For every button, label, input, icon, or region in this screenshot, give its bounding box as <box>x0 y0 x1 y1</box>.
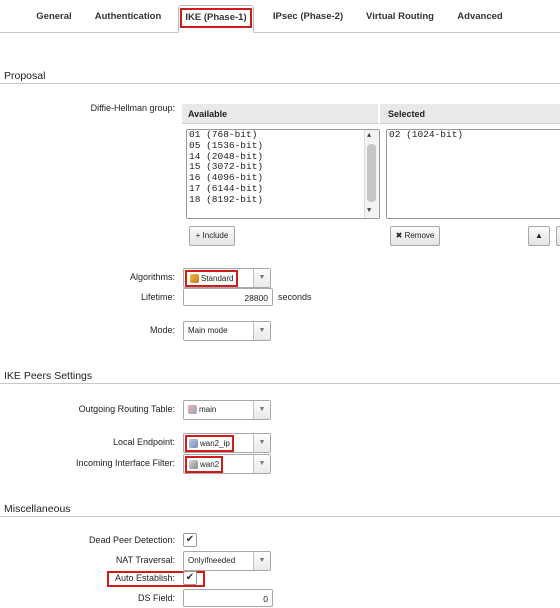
interface-icon <box>189 460 198 470</box>
routing-table-value-box: main <box>188 401 216 419</box>
list-item[interactable]: 05 (1536-bit) <box>187 140 379 152</box>
available-list[interactable]: 01 (768-bit) 05 (1536-bit) 14 (2048-bit)… <box>186 129 380 219</box>
interface-filter-select[interactable]: wan2 ▼ <box>183 454 271 474</box>
scroll-down-icon[interactable]: ▼ <box>367 206 371 217</box>
local-endpoint-value: wan2_ip <box>200 439 230 448</box>
nat-traversal-label: NAT Traversal: <box>115 555 175 565</box>
selected-list[interactable]: 02 (1024-bit) <box>386 129 560 219</box>
tab-advanced[interactable]: Advanced <box>450 6 510 28</box>
selected-header: Selected <box>380 104 560 124</box>
routing-table-icon <box>188 405 197 415</box>
auto-establish-label: Auto Establish: <box>114 573 175 583</box>
tab-virtual-routing[interactable]: Virtual Routing <box>360 6 440 28</box>
dead-peer-detection-label: Dead Peer Detection: <box>88 535 175 545</box>
chevron-down-icon: ▼ <box>253 552 270 570</box>
tab-authentication[interactable]: Authentication <box>88 6 168 28</box>
routing-table-label: Outgoing Routing Table: <box>78 404 175 414</box>
nat-traversal-value: Onlyifneeded <box>188 556 236 565</box>
list-scrollbar[interactable]: ▲ ▼ <box>364 130 379 218</box>
checkmark-icon: ✔ <box>185 572 195 583</box>
section-divider <box>0 383 560 384</box>
local-endpoint-select[interactable]: wan2_ip ▼ <box>183 433 271 453</box>
ip-address-icon <box>189 439 198 449</box>
algorithms-select[interactable]: Standard ▼ <box>183 268 271 288</box>
routing-table-select[interactable]: main ▼ <box>183 400 271 420</box>
tab-ipsec-phase2[interactable]: IPsec (Phase-2) <box>266 6 350 28</box>
section-divider <box>0 516 560 517</box>
dh-group-label: Diffie-Hellman group: <box>90 103 175 113</box>
routing-table-value: main <box>199 405 217 414</box>
include-button[interactable]: + Include <box>189 226 235 246</box>
list-item[interactable]: 18 (8192-bit) <box>187 194 379 206</box>
local-endpoint-value-box: wan2_ip <box>185 434 234 453</box>
algorithm-icon <box>190 274 199 284</box>
tab-bar: General Authentication IKE (Phase-1) IPs… <box>0 0 560 33</box>
algorithms-label: Algorithms: <box>129 272 175 282</box>
mode-value: Main mode <box>188 326 228 335</box>
section-title-proposal: Proposal <box>4 70 46 82</box>
chevron-down-icon: ▼ <box>253 434 270 452</box>
chevron-down-icon: ▼ <box>253 455 270 473</box>
ds-field-input[interactable]: 0 <box>183 589 273 607</box>
remove-button[interactable]: ✖ Remove <box>390 226 440 246</box>
algorithms-value: Standard <box>201 274 234 283</box>
lifetime-label: Lifetime: <box>140 292 175 302</box>
tab-general[interactable]: General <box>26 6 82 28</box>
algorithms-value-box: Standard <box>185 269 239 288</box>
move-up-button[interactable]: ▲ <box>528 226 550 246</box>
interface-filter-label: Incoming Interface Filter: <box>75 458 175 468</box>
chevron-down-icon: ▼ <box>253 322 270 340</box>
section-title-miscellaneous: Miscellaneous <box>4 503 71 515</box>
list-item[interactable]: 02 (1024-bit) <box>387 129 560 141</box>
ds-field-label: DS Field: <box>137 593 175 603</box>
chevron-down-icon: ▼ <box>253 401 270 419</box>
chevron-up-icon: ▲ <box>535 231 543 240</box>
local-endpoint-label: Local Endpoint: <box>112 437 175 447</box>
checkmark-icon: ✔ <box>185 534 195 545</box>
chevron-down-icon: ▼ <box>253 269 270 287</box>
move-down-button[interactable] <box>556 226 560 246</box>
mode-label: Mode: <box>149 325 175 335</box>
tab-ike-phase1-label: IKE (Phase-1) <box>180 8 252 28</box>
tab-ike-phase1[interactable]: IKE (Phase-1) <box>178 5 254 33</box>
interface-filter-value: wan2 <box>200 460 220 469</box>
lifetime-unit: seconds <box>278 292 312 302</box>
scroll-thumb[interactable] <box>367 144 376 202</box>
dead-peer-detection-checkbox[interactable]: ✔ <box>183 533 197 547</box>
nat-traversal-select[interactable]: Onlyifneeded ▼ <box>183 551 271 571</box>
mode-select[interactable]: Main mode ▼ <box>183 321 271 341</box>
interface-filter-value-box: wan2 <box>185 455 224 474</box>
auto-establish-checkbox[interactable]: ✔ <box>183 571 197 585</box>
available-header: Available <box>182 104 378 124</box>
section-title-ike-peers: IKE Peers Settings <box>4 370 93 382</box>
scroll-up-icon[interactable]: ▲ <box>367 131 371 142</box>
lifetime-input[interactable]: 28800 <box>183 288 273 306</box>
section-divider <box>0 83 560 84</box>
